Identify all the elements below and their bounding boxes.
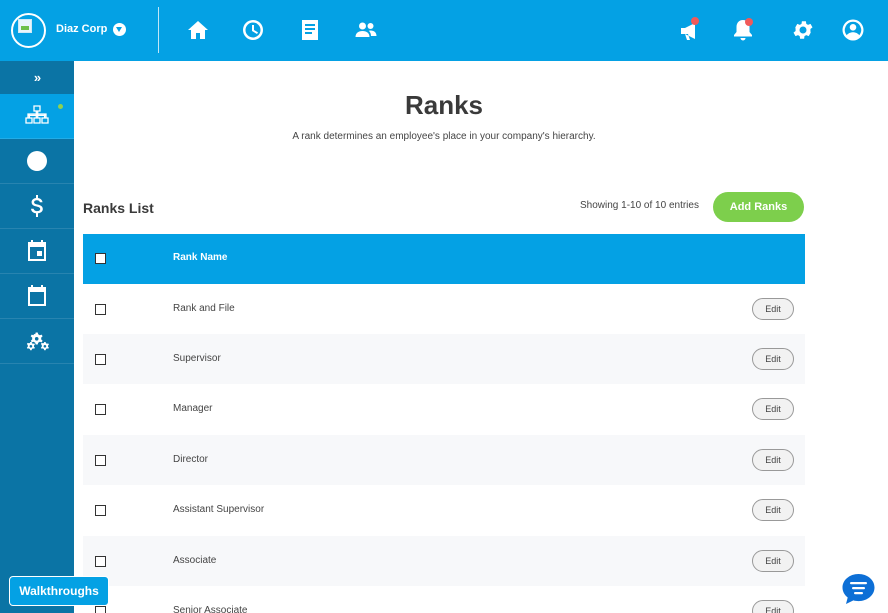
gear-icon[interactable] [790,17,816,43]
sidebar-item-settings[interactable] [0,319,74,364]
rank-name: Assistant Supervisor [173,504,265,515]
status-dot [58,104,63,109]
chat-icon[interactable] [841,572,876,606]
sidebar-item-ranks[interactable] [0,94,74,139]
rank-name: Director [173,454,209,465]
company-name[interactable]: Diaz Corp [56,23,107,35]
account-icon[interactable] [840,17,866,43]
rank-name: Senior Associate [173,605,248,613]
org-chart-icon [25,105,49,124]
table-row: Senior Associate Edit [83,586,805,613]
gears-icon [26,332,49,351]
table-row: Manager Edit [83,384,805,434]
table-row: Associate Edit [83,536,805,586]
notification-dot [745,18,753,26]
expand-sidebar-icon[interactable]: » [0,61,74,94]
row-checkbox[interactable] [95,455,106,466]
notification-dot [691,17,699,25]
edit-button[interactable]: Edit [752,449,794,471]
home-icon[interactable] [185,17,211,43]
table-row: Director Edit [83,435,805,485]
row-checkbox[interactable] [95,606,106,613]
edit-button[interactable]: Edit [752,499,794,521]
select-all-checkbox[interactable] [95,253,106,264]
edit-button[interactable]: Edit [752,348,794,370]
calendar-event-icon [28,240,46,261]
calendar-icon [28,285,46,306]
top-bar: Diaz Corp [0,0,888,61]
sidebar-item-calendar[interactable] [0,274,74,319]
document-icon[interactable] [297,17,323,43]
megaphone-icon[interactable] [677,17,703,44]
page-subtitle: A rank determines an employee's place in… [292,131,596,142]
table-row: Assistant Supervisor Edit [83,485,805,535]
ranks-list-title: Ranks List [83,200,154,216]
rank-name: Manager [173,403,213,414]
sidebar-item-payroll[interactable] [0,184,74,229]
edit-button[interactable]: Edit [752,298,794,320]
table-header: Rank Name [83,234,805,284]
clock-icon [27,151,47,171]
divider [158,7,159,53]
chevron-down-icon[interactable] [113,23,126,36]
bell-icon[interactable] [730,17,756,43]
add-ranks-button[interactable]: Add Ranks [713,192,804,222]
users-icon[interactable] [353,17,379,43]
rank-name: Associate [173,555,217,566]
rank-name: Supervisor [173,353,221,364]
table-row: Supervisor Edit [83,334,805,384]
dollar-icon [31,195,43,217]
row-checkbox[interactable] [95,354,106,365]
walkthroughs-button[interactable]: Walkthroughs [9,576,109,606]
row-checkbox[interactable] [95,556,106,567]
sidebar-item-time[interactable] [0,139,74,184]
sidebar: » [0,61,74,613]
row-checkbox[interactable] [95,404,106,415]
broken-image-icon [18,19,32,33]
column-rank-name[interactable]: Rank Name [173,252,227,263]
row-checkbox[interactable] [95,505,106,516]
edit-button[interactable]: Edit [752,398,794,420]
company-logo[interactable] [11,13,46,48]
row-checkbox[interactable] [95,304,106,315]
entries-count: Showing 1-10 of 10 entries [580,200,699,211]
rank-name: Rank and File [173,303,235,314]
edit-button[interactable]: Edit [752,550,794,572]
table-row: Rank and File Edit [83,284,805,334]
sidebar-item-schedule[interactable] [0,229,74,274]
edit-button[interactable]: Edit [752,600,794,613]
clock-icon[interactable] [240,17,266,43]
page-title: Ranks [404,90,484,120]
